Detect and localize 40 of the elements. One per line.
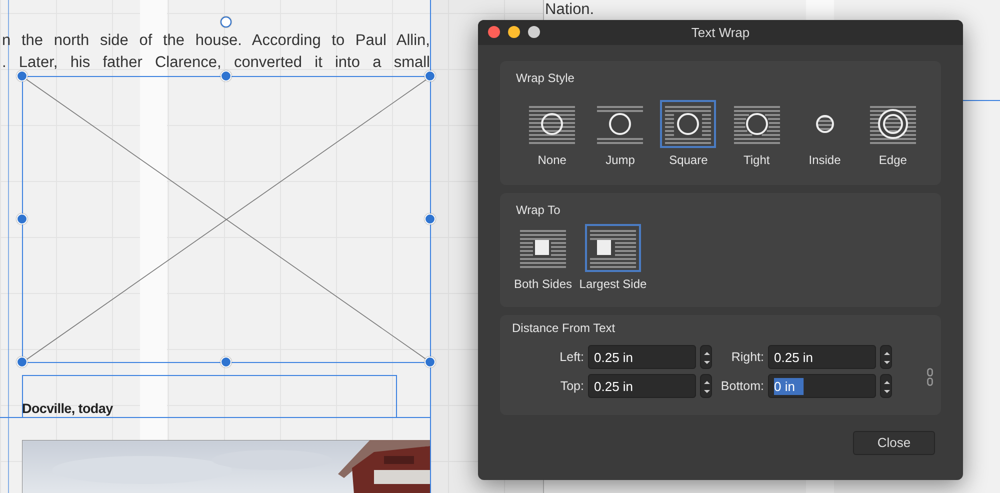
stepper[interactable]: [880, 374, 892, 398]
wrap-option[interactable]: Inside: [792, 103, 857, 169]
wrap-both-icon: [518, 227, 568, 269]
wrap-option[interactable]: Both Sides: [508, 227, 578, 293]
wrap-edge-icon: [868, 103, 918, 145]
field-label: Right:: [730, 348, 764, 366]
wrap-option[interactable]: Largest Side: [578, 227, 648, 293]
input-field[interactable]: 0.25 in: [768, 345, 876, 369]
input-field[interactable]: 0 in: [768, 374, 876, 398]
wrap-option[interactable]: Edge: [860, 103, 926, 169]
stepper[interactable]: [700, 345, 712, 369]
stepper[interactable]: [700, 374, 712, 398]
body-text: . Later, his father Clarence, converted it into a small: [2, 53, 430, 73]
wrap-option[interactable]: Square: [656, 103, 721, 169]
wrap-jump-icon: [595, 103, 646, 145]
link-icon[interactable]: [927, 368, 933, 386]
wrap-option[interactable]: None: [520, 103, 584, 169]
input-field[interactable]: 0.25 in: [588, 374, 696, 398]
resize-handle[interactable]: [424, 214, 436, 224]
wrap-tight-icon: [732, 103, 782, 145]
section-label: Wrap Style: [516, 70, 576, 87]
section-label: Wrap To: [516, 202, 562, 219]
window-title: Text Wrap: [691, 24, 750, 42]
field-label: Top:: [559, 378, 584, 395]
field-label: Left:: [558, 348, 584, 366]
resize-handle[interactable]: [424, 356, 436, 368]
resize-handle[interactable]: [424, 70, 436, 82]
body-text: Nation.: [545, 0, 594, 20]
wrap-largest-icon: [588, 227, 638, 269]
field-label: Bottom:: [720, 378, 764, 395]
close-button[interactable]: Close: [853, 431, 935, 455]
minimize-icon[interactable]: [508, 26, 520, 38]
wrap-option[interactable]: Tight: [724, 103, 789, 169]
wrap-option[interactable]: Jump: [588, 103, 652, 169]
stepper[interactable]: [880, 345, 892, 369]
close-icon[interactable]: [488, 26, 500, 38]
wrap-none-icon: [527, 103, 578, 145]
section-label: Distance From Text: [512, 320, 616, 337]
zoom-icon[interactable]: [528, 26, 540, 38]
input-field[interactable]: 0.25 in: [588, 345, 696, 369]
